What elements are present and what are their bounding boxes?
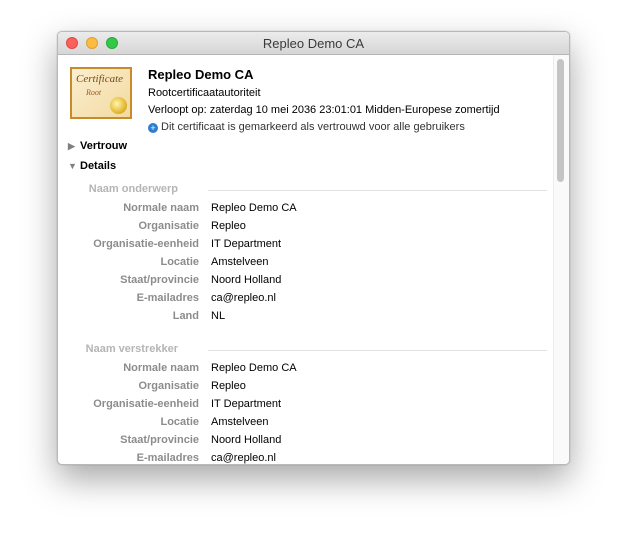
certificate-type: Rootcertificaatautoriteit xyxy=(148,87,261,99)
issuer-value: IT Department xyxy=(211,398,282,410)
certificate-icon-subtext: Root xyxy=(86,88,102,97)
subject-label: Organisatie-eenheid xyxy=(93,238,199,250)
issuer-value: Repleo xyxy=(211,380,246,392)
plus-circle-icon: + xyxy=(148,123,158,133)
divider xyxy=(208,190,547,191)
subject-value: Noord Holland xyxy=(211,274,282,286)
issuer-label: Normale naam xyxy=(123,362,199,374)
issuer-label: E-mailadres xyxy=(136,452,199,464)
issuer-label: Locatie xyxy=(160,416,199,428)
subject-label: E-mailadres xyxy=(136,292,199,304)
subject-value: IT Department xyxy=(211,238,282,250)
scrollbar-thumb[interactable] xyxy=(557,59,564,182)
disclosure-down-icon: ▼ xyxy=(68,161,77,171)
issuer-label: Organisatie xyxy=(138,380,199,392)
subject-value: Repleo Demo CA xyxy=(211,202,297,214)
certificate-icon-text: Certificate xyxy=(76,73,124,85)
issuer-value: ca@repleo.nl xyxy=(211,452,276,464)
issuer-value: Amstelveen xyxy=(211,416,269,428)
subject-label: Normale naam xyxy=(123,202,199,214)
certificate-icon: Certificate Root xyxy=(70,67,132,119)
certificate-expiry: Verloopt op: zaterdag 10 mei 2036 23:01:… xyxy=(148,104,500,116)
subject-value: Repleo xyxy=(211,220,246,232)
issuer-label: Organisatie-eenheid xyxy=(93,398,199,410)
trust-section-label: Vertrouw xyxy=(80,140,128,152)
title-bar[interactable]: Repleo Demo CA xyxy=(58,32,569,55)
subject-label: Organisatie xyxy=(138,220,199,232)
subject-value: Amstelveen xyxy=(211,256,269,268)
trust-status-text: Dit certificaat is gemarkeerd als vertro… xyxy=(161,121,465,133)
details-disclosure[interactable]: ▼ Details xyxy=(68,160,116,172)
trust-status: + Dit certificaat is gemarkeerd als vertr… xyxy=(148,121,465,133)
subject-label: Locatie xyxy=(160,256,199,268)
certificate-name: Repleo Demo CA xyxy=(148,67,254,82)
issuer-value: Repleo Demo CA xyxy=(211,362,297,374)
issuer-value: Noord Holland xyxy=(211,434,282,446)
subject-value: ca@repleo.nl xyxy=(211,292,276,304)
certificate-window: Repleo Demo CA Certificate Root Repleo D… xyxy=(57,31,570,465)
subject-label: Staat/provincie xyxy=(120,274,199,286)
details-section-label: Details xyxy=(80,160,117,172)
window-title: Repleo Demo CA xyxy=(262,36,365,51)
trust-disclosure[interactable]: ▶ Vertrouw xyxy=(68,140,127,152)
issuer-section-title: Naam verstrekker xyxy=(85,343,178,355)
divider xyxy=(208,350,547,351)
issuer-label: Staat/provincie xyxy=(120,434,199,446)
seal-icon xyxy=(110,97,127,114)
subject-label: Land xyxy=(172,310,199,322)
subject-section-title: Naam onderwerp xyxy=(88,183,178,195)
certificate-content: Certificate Root Repleo Demo CA Rootcert… xyxy=(58,55,554,464)
disclosure-right-icon: ▶ xyxy=(68,141,75,151)
vertical-scrollbar[interactable] xyxy=(553,55,569,464)
subject-value: NL xyxy=(211,310,226,322)
